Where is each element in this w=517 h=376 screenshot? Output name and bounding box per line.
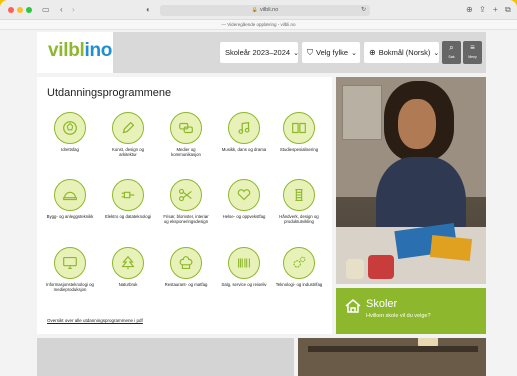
lock-icon: 🔒	[251, 7, 258, 13]
program-salg[interactable]: Salg, service og reiseliv	[219, 247, 269, 287]
programs-panel: Utdanningsprogrammene Idrettsfag Kunst, …	[37, 77, 332, 334]
barcode-icon	[228, 247, 260, 279]
programs-title: Utdanningsprogrammene	[47, 87, 172, 99]
pencil-icon	[112, 112, 144, 144]
program-medier[interactable]: Medier og kommunikasjon	[161, 112, 211, 157]
program-frisor[interactable]: Frisør, blomster, interiør og eksponerin…	[161, 179, 211, 224]
plug-icon	[112, 179, 144, 211]
download-icon[interactable]: ⊕	[466, 5, 473, 15]
minimize-window-button[interactable]	[17, 7, 23, 13]
tabs-overview-icon[interactable]: ⧉	[505, 5, 511, 15]
close-window-button[interactable]	[8, 7, 14, 13]
program-elektro[interactable]: Elektro og datateknologi	[103, 179, 153, 219]
browser-toolbar: ▭ ‹ › ◐ 🔒 vilbli.no ↻ ⊕ ⇪ + ⧉	[0, 0, 517, 20]
program-studiespesialisering[interactable]: Studiespesialisering	[274, 112, 324, 152]
program-teknologi[interactable]: Teknologi- og industrifag	[274, 247, 324, 287]
schools-title: Skoler	[366, 298, 398, 310]
tab-title-strip: — Videregående opplæring - vilbli.no	[0, 20, 517, 30]
search-button[interactable]: ⌕ Søk	[442, 41, 461, 64]
browser-window: ▭ ‹ › ◐ 🔒 vilbli.no ↻ ⊕ ⇪ + ⧉ — Videregåe…	[0, 0, 517, 376]
logo-link[interactable]: vilblino	[37, 32, 113, 73]
program-kunst-design[interactable]: Kunst, design og arkitektur	[103, 112, 153, 157]
maximize-window-button[interactable]	[26, 7, 32, 13]
county-select[interactable]: ⛉ Velg fylke ⌄	[302, 42, 360, 63]
forward-icon[interactable]: ›	[72, 5, 75, 15]
schools-subtitle: Hvilken skole vil du velge?	[366, 313, 431, 319]
content-card-photo[interactable]	[298, 338, 486, 376]
language-value: Bokmål (Norsk)	[378, 48, 431, 57]
shield-icon[interactable]: ◐	[146, 5, 151, 15]
hero-photo	[336, 77, 486, 284]
chevron-down-icon: ⌄	[293, 50, 299, 57]
language-select[interactable]: ⊕ Bokmål (Norsk) ⌄	[364, 42, 439, 63]
ball-icon	[54, 112, 86, 144]
hamburger-icon: ≡	[470, 43, 475, 52]
book-icon	[283, 112, 315, 144]
monitor-icon	[54, 247, 86, 279]
program-idrettsfag[interactable]: Idrettsfag	[45, 112, 95, 152]
program-restaurant[interactable]: Restaurant- og matfag	[161, 247, 211, 287]
shield-icon: ⛉	[307, 48, 313, 57]
thread-icon	[283, 179, 315, 211]
gears-icon	[283, 247, 315, 279]
program-handverk[interactable]: Håndverk, design og produktutvikling	[274, 179, 324, 224]
reload-icon[interactable]: ↻	[361, 5, 366, 16]
hard-hat-icon	[54, 179, 86, 211]
back-icon[interactable]: ‹	[60, 5, 63, 15]
program-informasjonsteknologi[interactable]: Informasjonsteknologi og medieproduksjon	[45, 247, 95, 292]
heart-hands-icon	[228, 179, 260, 211]
county-value: Velg fylke	[316, 48, 349, 57]
program-bygg[interactable]: Bygg- og anleggsteknikk	[45, 179, 95, 219]
music-note-icon	[228, 112, 260, 144]
school-year-value: Skoleår 2023–2024	[225, 48, 291, 57]
school-year-select[interactable]: Skoleår 2023–2024 ⌄	[220, 42, 299, 63]
globe-icon: ⊕	[369, 48, 376, 57]
new-tab-icon[interactable]: +	[493, 5, 498, 15]
content-card-image[interactable]	[37, 338, 294, 376]
site-header: vilblino Skoleår 2023–2024 ⌄ ⛉ Velg fylke ⌄…	[37, 32, 486, 73]
menu-button[interactable]: ≡ Meny	[463, 41, 482, 64]
schools-link-box[interactable]: Skoler Hvilken skole vil du velge?	[336, 288, 486, 334]
search-label: Søk	[448, 55, 455, 59]
program-helse[interactable]: Helse- og oppvekstfag	[219, 179, 269, 219]
chat-bubbles-icon	[170, 112, 202, 144]
program-musikk[interactable]: Musikk, dans og drama	[219, 112, 269, 152]
search-icon: ⌕	[449, 43, 454, 52]
address-text: vilbli.no	[259, 7, 279, 13]
chef-hat-icon	[170, 247, 202, 279]
house-icon	[344, 298, 362, 319]
address-bar[interactable]: 🔒 vilbli.no ↻	[160, 5, 370, 16]
program-naturbruk[interactable]: Naturbruk	[103, 247, 153, 287]
scissors-icon	[170, 179, 202, 211]
menu-label: Meny	[468, 55, 477, 59]
sidebar-toggle-icon[interactable]: ▭	[42, 5, 50, 15]
vilbli-logo: vilblino	[48, 40, 113, 61]
chevron-down-icon: ⌄	[351, 50, 357, 57]
chevron-down-icon: ⌄	[433, 50, 440, 57]
share-icon[interactable]: ⇪	[479, 5, 486, 15]
all-programs-pdf-link[interactable]: Oversikt over alle utdanningsprogrammene…	[47, 318, 143, 323]
tree-icon	[112, 247, 144, 279]
